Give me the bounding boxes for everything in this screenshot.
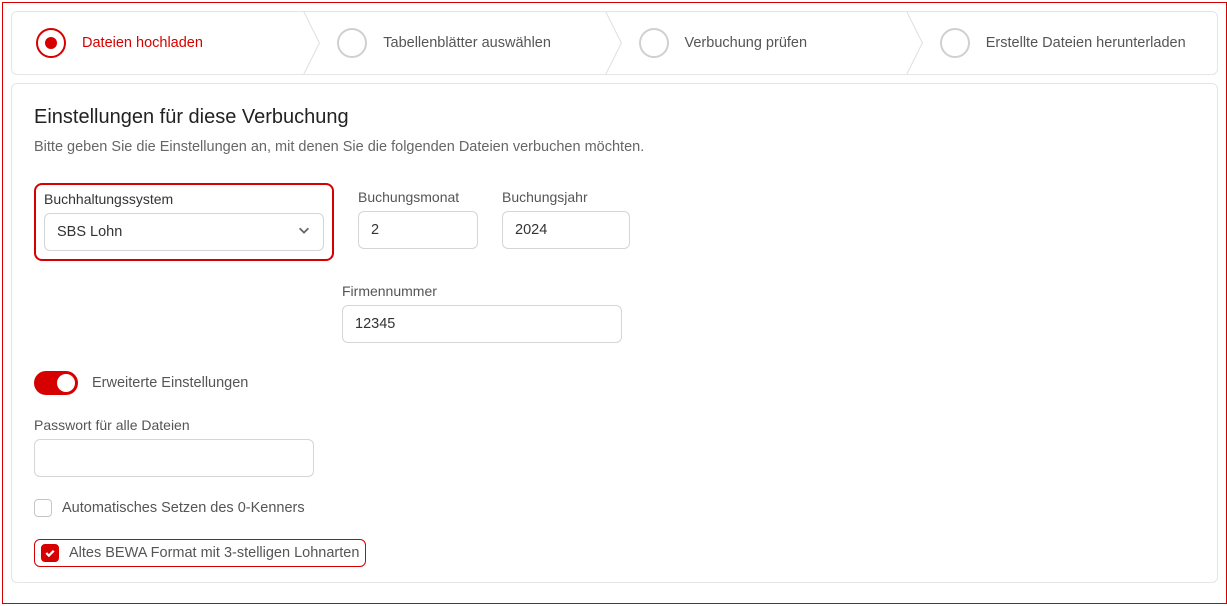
company-number-input[interactable] bbox=[342, 305, 622, 343]
advanced-settings-toggle[interactable] bbox=[34, 371, 78, 395]
bewa-format-label: Altes BEWA Format mit 3-stelligen Lohnar… bbox=[69, 545, 359, 561]
step-label: Verbuchung prüfen bbox=[685, 35, 808, 51]
auto-zero-label: Automatisches Setzen des 0-Kenners bbox=[62, 500, 305, 516]
booking-month-input[interactable] bbox=[358, 211, 478, 249]
booking-month-value[interactable] bbox=[371, 222, 465, 238]
check-icon bbox=[44, 547, 56, 559]
company-number-label: Firmennummer bbox=[342, 283, 1195, 299]
password-field: Passwort für alle Dateien bbox=[34, 417, 1195, 477]
accounting-system-highlight: Buchhaltungssystem SBS Lohn bbox=[34, 183, 334, 261]
panel-title: Einstellungen für diese Verbuchung bbox=[34, 106, 1195, 129]
settings-panel: Einstellungen für diese Verbuchung Bitte… bbox=[11, 83, 1218, 583]
app-frame: Dateien hochladen Tabellenblätter auswäh… bbox=[2, 2, 1227, 604]
company-number-value[interactable] bbox=[355, 316, 609, 332]
step-label: Tabellenblätter auswählen bbox=[383, 35, 551, 51]
panel-subtitle: Bitte geben Sie die Einstellungen an, mi… bbox=[34, 139, 1195, 155]
bewa-format-highlight: Altes BEWA Format mit 3-stelligen Lohnar… bbox=[34, 539, 366, 567]
booking-year-input[interactable] bbox=[502, 211, 630, 249]
step-indicator-icon bbox=[940, 28, 970, 58]
booking-month-label: Buchungsmonat bbox=[358, 189, 478, 205]
auto-zero-checkbox[interactable] bbox=[34, 499, 52, 517]
step-label: Dateien hochladen bbox=[82, 35, 203, 51]
accounting-system-field: Buchhaltungssystem SBS Lohn bbox=[44, 191, 324, 251]
bewa-format-checkbox[interactable] bbox=[41, 544, 59, 562]
accounting-system-select[interactable]: SBS Lohn bbox=[44, 213, 324, 251]
chevron-down-icon bbox=[297, 223, 311, 241]
advanced-settings-row: Erweiterte Einstellungen bbox=[34, 371, 1195, 395]
step-indicator-icon bbox=[639, 28, 669, 58]
password-input[interactable] bbox=[34, 439, 314, 477]
booking-year-field: Buchungsjahr bbox=[502, 183, 630, 249]
step-label: Erstellte Dateien herunterladen bbox=[986, 35, 1186, 51]
auto-zero-row: Automatisches Setzen des 0-Kenners bbox=[34, 499, 1195, 517]
booking-month-field: Buchungsmonat bbox=[358, 183, 478, 249]
step-check-booking[interactable]: Verbuchung prüfen bbox=[615, 12, 916, 74]
accounting-system-value: SBS Lohn bbox=[57, 224, 122, 240]
booking-year-value[interactable] bbox=[515, 222, 617, 238]
wizard-stepper: Dateien hochladen Tabellenblätter auswäh… bbox=[11, 11, 1218, 75]
step-select-sheets[interactable]: Tabellenblätter auswählen bbox=[313, 12, 614, 74]
advanced-settings-label: Erweiterte Einstellungen bbox=[92, 375, 248, 391]
step-upload[interactable]: Dateien hochladen bbox=[12, 12, 313, 74]
accounting-system-label: Buchhaltungssystem bbox=[44, 191, 324, 207]
fields-row-1: Buchhaltungssystem SBS Lohn Buchungsmona… bbox=[34, 183, 1195, 261]
step-download[interactable]: Erstellte Dateien herunterladen bbox=[916, 12, 1217, 74]
password-value[interactable] bbox=[47, 450, 301, 466]
fields-row-2: Firmennummer bbox=[342, 283, 1195, 343]
step-indicator-icon bbox=[337, 28, 367, 58]
step-indicator-active-icon bbox=[36, 28, 66, 58]
password-label: Passwort für alle Dateien bbox=[34, 417, 1195, 433]
company-number-field: Firmennummer bbox=[342, 283, 1195, 343]
booking-year-label: Buchungsjahr bbox=[502, 189, 630, 205]
